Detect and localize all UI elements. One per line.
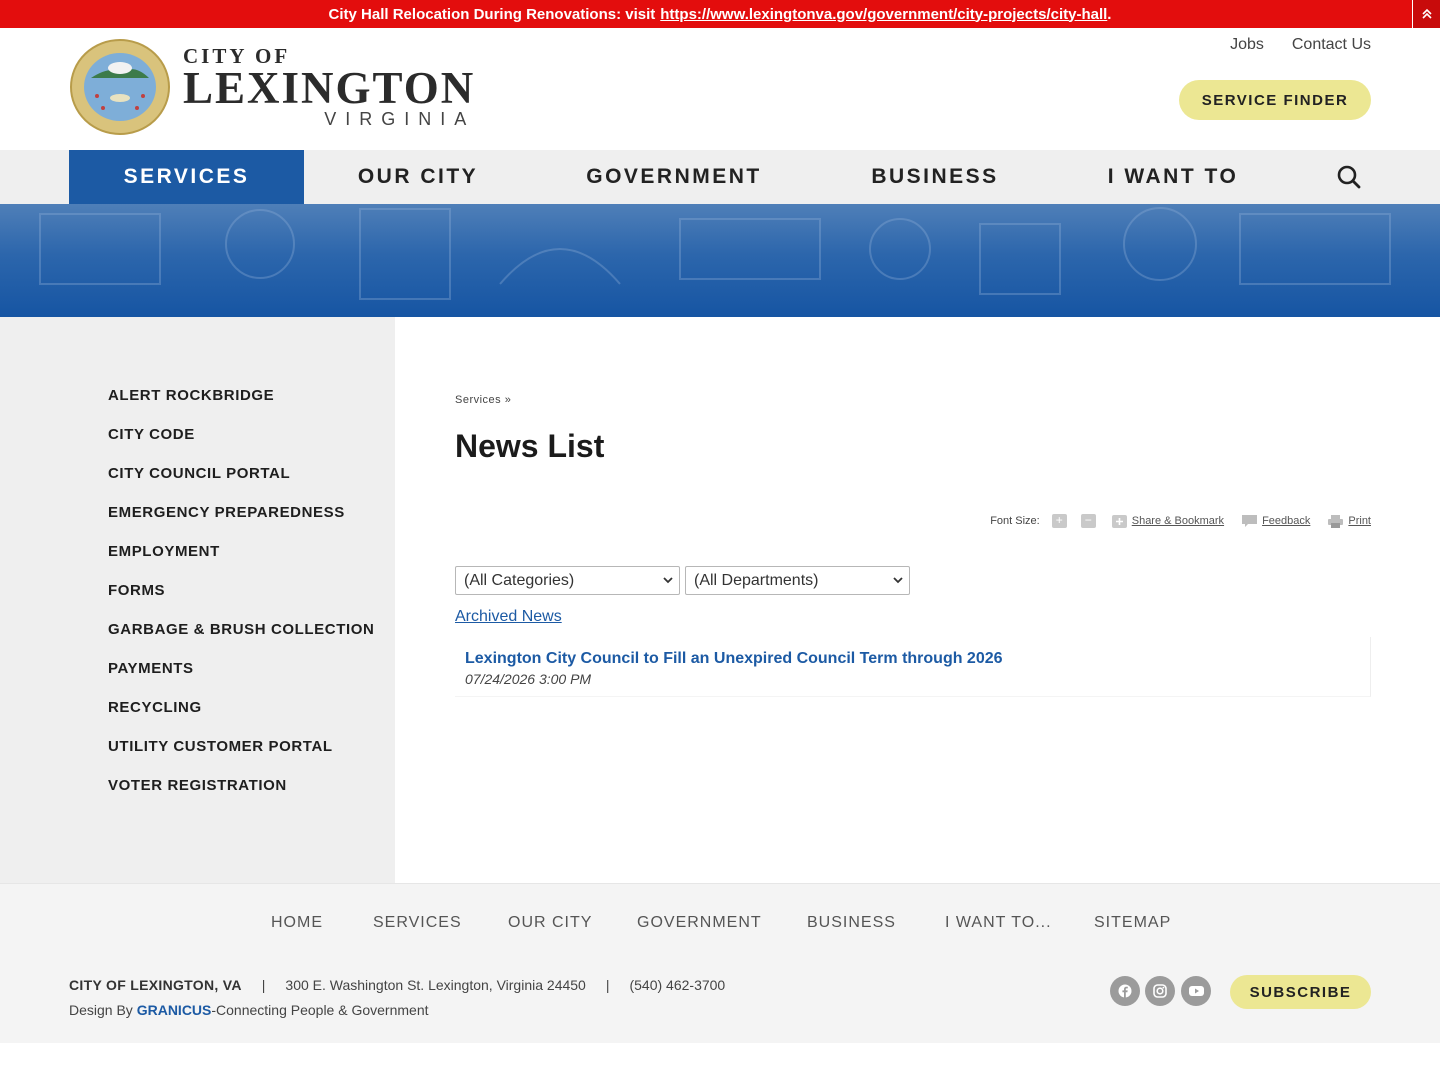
- list-item: Lexington City Council to Fill an Unexpi…: [455, 637, 1371, 697]
- main-nav: SERVICES OUR CITY GOVERNMENT BUSINESS I …: [0, 150, 1440, 204]
- footer-phone[interactable]: (540) 462-3700: [629, 977, 725, 993]
- print-link[interactable]: Print: [1328, 514, 1371, 528]
- news-title-link[interactable]: Lexington City Council to Fill an Unexpi…: [465, 650, 1003, 668]
- font-decrease-button[interactable]: −: [1080, 514, 1096, 528]
- sidebar-item-forms[interactable]: FORMS: [108, 582, 165, 599]
- footer-contact: CITY OF LEXINGTON, VA | 300 E. Washingto…: [69, 977, 725, 993]
- print-label: Print: [1348, 515, 1371, 527]
- city-seal-icon: [70, 39, 170, 135]
- footer-org-name: CITY OF LEXINGTON, VA: [69, 977, 242, 993]
- plus-box-icon: [1111, 514, 1127, 528]
- printer-icon: [1328, 514, 1344, 528]
- share-bookmark-link[interactable]: Share & Bookmark: [1111, 514, 1225, 528]
- service-finder-button[interactable]: SERVICE FINDER: [1179, 80, 1371, 120]
- alert-text: City Hall Relocation During Renovations:…: [328, 5, 656, 23]
- share-bookmark-label: Share & Bookmark: [1131, 515, 1225, 527]
- sidebar-item-utility-portal[interactable]: UTILITY CUSTOMER PORTAL: [108, 738, 333, 755]
- youtube-icon[interactable]: [1181, 976, 1211, 1006]
- search-icon[interactable]: [1336, 164, 1362, 190]
- sidebar-item-recycling[interactable]: RECYCLING: [108, 699, 202, 716]
- sidebar-item-alert-rockbridge[interactable]: ALERT ROCKBRIDGE: [108, 387, 274, 404]
- nav-government[interactable]: GOVERNMENT: [532, 150, 816, 204]
- utility-links: Jobs Contact Us: [1230, 36, 1371, 54]
- sidebar-item-emergency-preparedness[interactable]: EMERGENCY PREPAREDNESS: [108, 504, 345, 521]
- sidebar-item-city-council-portal[interactable]: CITY COUNCIL PORTAL: [108, 465, 290, 482]
- footer-separator: |: [261, 977, 266, 993]
- contact-us-link[interactable]: Contact Us: [1292, 36, 1371, 54]
- footer-separator: |: [605, 977, 610, 993]
- footer-nav-i-want-to[interactable]: I WANT TO...: [945, 914, 1052, 932]
- feedback-link[interactable]: Feedback: [1242, 514, 1311, 528]
- news-date: 07/24/2026 3:00 PM: [465, 671, 592, 687]
- alert-bar: City Hall Relocation During Renovations:…: [0, 0, 1440, 28]
- footer-nav-home[interactable]: HOME: [271, 914, 323, 932]
- site-footer: HOME SERVICES OUR CITY GOVERNMENT BUSINE…: [0, 883, 1440, 1043]
- facebook-icon[interactable]: [1110, 976, 1140, 1006]
- speech-bubble-icon: [1242, 514, 1258, 527]
- font-size-label: Font Size:: [990, 515, 1040, 527]
- footer-nav-sitemap[interactable]: SITEMAP: [1094, 914, 1171, 932]
- nav-i-want-to[interactable]: I WANT TO: [1054, 150, 1292, 204]
- alert-link-suffix: .: [1107, 5, 1112, 23]
- footer-nav-government[interactable]: GOVERNMENT: [637, 914, 762, 932]
- subscribe-button[interactable]: SUBSCRIBE: [1230, 975, 1371, 1009]
- footer-address: 300 E. Washington St. Lexington, Virgini…: [285, 977, 586, 993]
- nav-business[interactable]: BUSINESS: [816, 150, 1054, 204]
- footer-nav-our-city[interactable]: OUR CITY: [508, 914, 592, 932]
- design-prefix: Design By: [69, 1002, 133, 1018]
- page-tools: Font Size: + − Share & Bookmark Feedback…: [990, 514, 1371, 528]
- site-header: CITY OF LEXINGTON VIRGINIA Jobs Contact …: [0, 28, 1440, 150]
- footer-nav: HOME SERVICES OUR CITY GOVERNMENT BUSINE…: [0, 914, 1440, 934]
- category-select-value: (All Categories): [464, 571, 575, 589]
- jobs-link[interactable]: Jobs: [1230, 36, 1264, 54]
- archived-news-link[interactable]: Archived News: [455, 608, 562, 626]
- department-select[interactable]: (All Departments): [685, 566, 910, 595]
- sidebar-item-payments[interactable]: PAYMENTS: [108, 660, 194, 677]
- instagram-icon[interactable]: [1145, 976, 1175, 1006]
- footer-nav-services[interactable]: SERVICES: [373, 914, 462, 932]
- chevron-double-up-icon[interactable]: [1412, 0, 1440, 28]
- category-select[interactable]: (All Categories): [455, 566, 680, 595]
- page-title: News List: [455, 428, 605, 464]
- font-increase-button[interactable]: +: [1051, 514, 1067, 528]
- sidebar-item-city-code[interactable]: CITY CODE: [108, 426, 195, 443]
- logo-line-2: LEXINGTON: [183, 63, 476, 113]
- chevron-down-icon: [893, 577, 903, 584]
- nav-services[interactable]: SERVICES: [69, 150, 304, 204]
- nav-our-city[interactable]: OUR CITY: [304, 150, 532, 204]
- design-suffix: -Connecting People & Government: [211, 1002, 429, 1018]
- footer-credit: Design By GRANICUS-Connecting People & G…: [69, 1002, 429, 1018]
- site-logo[interactable]: CITY OF LEXINGTON VIRGINIA: [69, 38, 475, 136]
- feedback-label: Feedback: [1262, 515, 1311, 527]
- hero-banner: [0, 204, 1440, 317]
- alert-link[interactable]: https://www.lexingtonva.gov/government/c…: [660, 6, 1107, 23]
- breadcrumb[interactable]: Services »: [455, 394, 511, 406]
- chevron-down-icon: [663, 577, 673, 584]
- footer-nav-business[interactable]: BUSINESS: [807, 914, 896, 932]
- granicus-link[interactable]: GRANICUS: [137, 1002, 212, 1018]
- sidebar-item-voter-registration[interactable]: VOTER REGISTRATION: [108, 777, 287, 794]
- department-select-value: (All Departments): [694, 571, 819, 589]
- sidebar: ALERT ROCKBRIDGE CITY CODE CITY COUNCIL …: [0, 317, 395, 883]
- sidebar-item-garbage-brush[interactable]: GARBAGE & BRUSH COLLECTION: [108, 621, 374, 638]
- sidebar-item-employment[interactable]: EMPLOYMENT: [108, 543, 220, 560]
- main-content: Services » News List Font Size: + − Shar…: [395, 317, 1440, 883]
